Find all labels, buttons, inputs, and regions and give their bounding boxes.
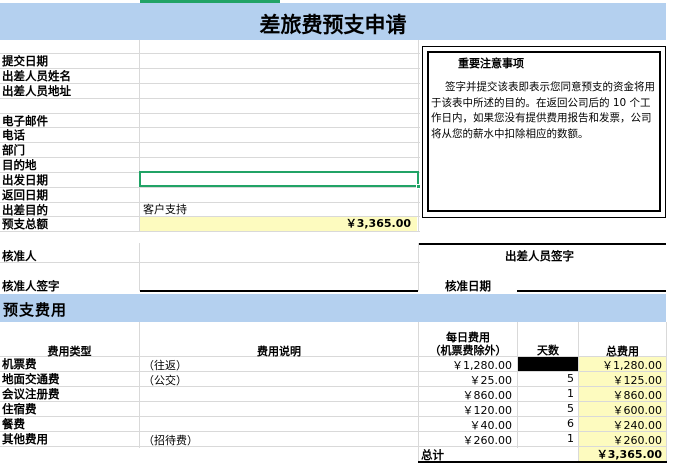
row-daily[interactable]: ￥25.00 — [420, 372, 513, 388]
row-type: 其他费用 — [2, 432, 48, 446]
destination-field[interactable] — [140, 158, 417, 172]
depart-date-label: 出发日期 — [2, 173, 48, 187]
selected-cell[interactable] — [139, 171, 419, 187]
approval-date-line[interactable] — [517, 290, 666, 292]
row-type: 餐费 — [2, 417, 25, 431]
traveler-address-label: 出差人员地址 — [2, 84, 71, 98]
approver-label: 核准人 — [2, 249, 37, 263]
sum-total: ￥3,365.00 — [579, 447, 666, 462]
traveler-address-field[interactable] — [140, 84, 417, 113]
row-total: ￥240.00 — [579, 417, 666, 432]
grid-line — [0, 262, 420, 263]
grid-line — [666, 322, 667, 463]
row-total: ￥860.00 — [579, 387, 666, 402]
grid-line — [418, 243, 419, 291]
traveler-sign-label: 出差人员签字 — [505, 249, 574, 263]
row-daily[interactable]: ￥860.00 — [420, 387, 513, 403]
notice-body: 签字并提交该表即表示您同意预支的资金将用于该表中所述的目的。在返回公司后的 10… — [431, 81, 655, 140]
row-type: 会议注册费 — [2, 387, 60, 401]
email-field[interactable] — [140, 114, 417, 127]
row-daily[interactable]: ￥1,280.00 — [420, 357, 512, 373]
row-days[interactable]: 1 — [518, 432, 574, 445]
col-header-daily-note: （机票费除外） — [429, 344, 507, 357]
row-daily[interactable]: ￥120.00 — [420, 402, 513, 418]
col-header-days: 天数 — [537, 344, 559, 357]
page-title: 差旅费预支申请 — [259, 12, 407, 37]
row-total: ￥600.00 — [579, 402, 666, 417]
total-advance-field[interactable]: ￥3,365.00 — [140, 217, 417, 231]
phone-label: 电话 — [2, 128, 25, 142]
row-days[interactable]: 6 — [518, 417, 574, 430]
row-daily[interactable]: ￥40.00 — [420, 417, 513, 433]
row-desc[interactable]: （招待费） — [143, 432, 198, 448]
traveler-name-field[interactable] — [140, 69, 417, 83]
return-date-label: 返回日期 — [2, 188, 48, 202]
grid-line — [139, 243, 140, 291]
approver-sign-label: 核准人签字 — [2, 279, 60, 293]
purpose-field[interactable]: 客户支持 — [140, 203, 417, 216]
row-type: 地面交通费 — [2, 372, 60, 386]
approver-sign-line[interactable] — [140, 290, 418, 292]
row-total: ￥1,280.00 — [579, 357, 666, 372]
row-type: 住宿费 — [2, 402, 37, 416]
fill-handle[interactable] — [416, 184, 421, 189]
row-days[interactable]: 5 — [518, 402, 574, 415]
row-total: ￥260.00 — [579, 432, 666, 447]
destination-label: 目的地 — [2, 158, 37, 172]
row-total: ￥125.00 — [579, 372, 666, 387]
submit-date-field[interactable] — [140, 54, 417, 68]
phone-field[interactable] — [140, 128, 417, 142]
row-daily[interactable]: ￥260.00 — [420, 432, 513, 448]
title-bar: 差旅费预支申请 — [0, 3, 666, 40]
signature-line — [418, 243, 666, 245]
section-header: 预支费用 — [0, 294, 666, 322]
grid-line — [0, 231, 420, 232]
row-days[interactable]: 5 — [518, 372, 574, 385]
department-field[interactable] — [140, 143, 417, 157]
row-days-blocked — [518, 357, 578, 371]
row-days[interactable]: 1 — [518, 387, 574, 400]
grid-line — [139, 322, 140, 448]
section-title: 预支费用 — [3, 301, 68, 319]
email-label: 电子邮件 — [2, 114, 48, 128]
traveler-name-label: 出差人员姓名 — [2, 69, 71, 83]
department-label: 部门 — [2, 143, 25, 157]
row-type: 机票费 — [2, 357, 37, 371]
sum-label: 总计 — [421, 448, 444, 462]
grid-line — [0, 446, 667, 447]
notice-title: 重要注意事项 — [458, 57, 524, 70]
row-desc[interactable]: （往返） — [143, 357, 187, 373]
total-label: 预支总额 — [2, 217, 48, 231]
row-desc[interactable]: （公交） — [143, 372, 187, 388]
return-date-field[interactable] — [140, 188, 417, 202]
purpose-label: 出差目的 — [2, 203, 48, 217]
approval-date-label: 核准日期 — [445, 279, 491, 293]
submit-date-label: 提交日期 — [2, 54, 48, 68]
